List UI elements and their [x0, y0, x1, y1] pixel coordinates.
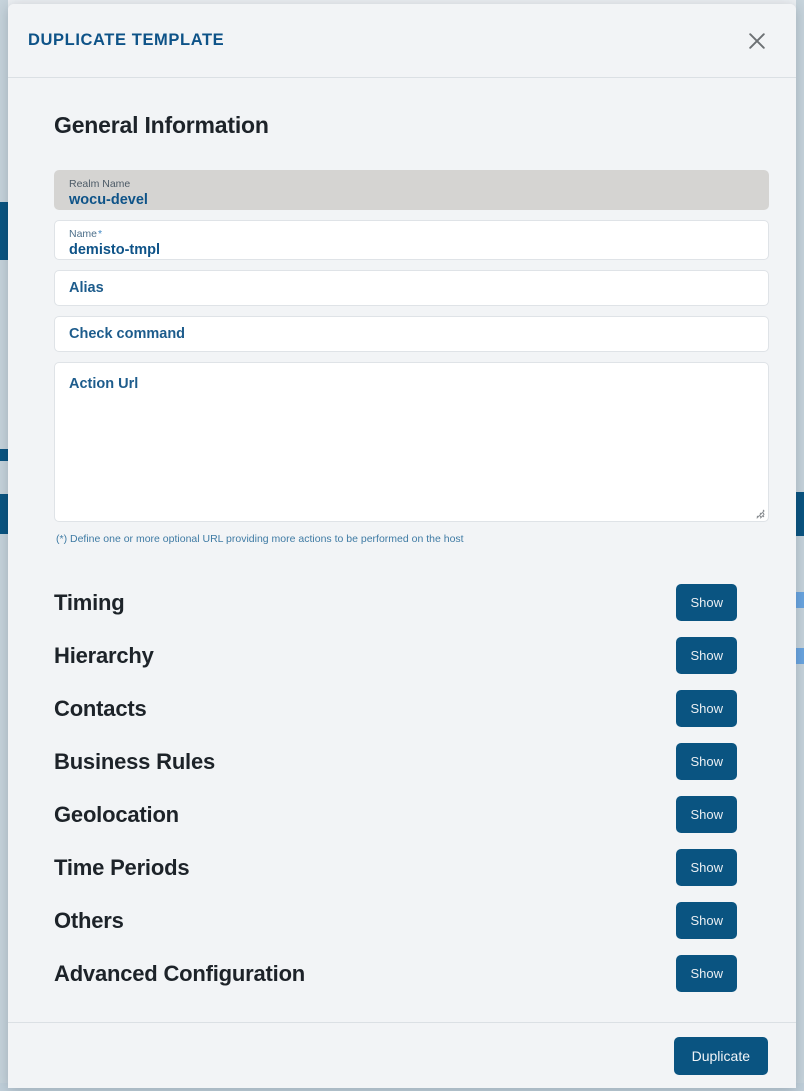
show-button-contacts[interactable]: Show — [676, 690, 737, 727]
field-realm-name-label: Realm Name — [69, 178, 131, 190]
section-label-business-rules: Business Rules — [54, 748, 216, 774]
section-label-contacts: Contacts — [54, 695, 147, 721]
modal-header: DUPLICATE TEMPLATE — [8, 4, 796, 78]
show-button-advanced-configuration[interactable]: Show — [676, 955, 737, 992]
collapsible-sections: Timing Show Hierarchy Show Contacts Show… — [46, 576, 765, 1000]
field-name-value[interactable]: demisto-tmpl — [69, 241, 754, 259]
section-row-advanced-configuration: Advanced Configuration Show — [46, 947, 765, 1000]
background-left-rail — [0, 0, 8, 1091]
modal-title: DUPLICATE TEMPLATE — [28, 31, 225, 49]
modal-footer: Duplicate — [8, 1022, 796, 1088]
field-realm-name: Realm Name wocu-devel — [54, 170, 769, 210]
close-icon — [747, 31, 767, 51]
action-url-helper-text: (*) Define one or more optional URL prov… — [56, 533, 464, 545]
section-label-advanced-configuration: Advanced Configuration — [54, 960, 306, 986]
section-label-time-periods: Time Periods — [54, 854, 190, 880]
background-left-accent-a — [0, 202, 8, 260]
section-row-timing: Timing Show — [46, 576, 765, 629]
show-button-others[interactable]: Show — [676, 902, 737, 939]
section-label-timing: Timing — [54, 589, 125, 615]
section-row-time-periods: Time Periods Show — [46, 841, 765, 894]
show-button-geolocation[interactable]: Show — [676, 796, 737, 833]
section-row-others: Others Show — [46, 894, 765, 947]
background-right-highlight-a — [796, 592, 804, 608]
field-name[interactable]: Name* demisto-tmpl — [54, 220, 769, 260]
background-right-highlight-b — [796, 648, 804, 664]
show-button-hierarchy[interactable]: Show — [676, 637, 737, 674]
section-label-hierarchy: Hierarchy — [54, 642, 154, 668]
general-information-heading: General Information — [54, 112, 269, 138]
section-label-others: Others — [54, 907, 124, 933]
section-row-geolocation: Geolocation Show — [46, 788, 765, 841]
resize-handle-icon[interactable] — [753, 506, 765, 519]
close-button[interactable] — [740, 24, 774, 58]
section-row-hierarchy: Hierarchy Show — [46, 629, 765, 682]
modal-body: General Information Realm Name wocu-deve… — [8, 78, 796, 1022]
background-right-rail — [796, 0, 804, 1091]
show-button-timing[interactable]: Show — [676, 584, 737, 621]
section-row-business-rules: Business Rules Show — [46, 735, 765, 788]
background-left-accent-b — [0, 449, 8, 461]
field-check-command-placeholder: Check command — [69, 326, 186, 342]
required-asterisk: * — [98, 228, 103, 240]
field-action-url-placeholder: Action Url — [69, 376, 139, 392]
field-check-command[interactable]: Check command — [54, 316, 769, 352]
section-row-contacts: Contacts Show — [46, 682, 765, 735]
field-alias[interactable]: Alias — [54, 270, 769, 306]
background-left-accent-c — [0, 494, 8, 534]
duplicate-button[interactable]: Duplicate — [673, 1036, 768, 1075]
field-alias-placeholder: Alias — [69, 280, 104, 296]
field-name-label-text: Name — [69, 228, 98, 240]
section-label-geolocation: Geolocation — [54, 801, 179, 827]
field-action-url[interactable]: Action Url — [54, 362, 769, 522]
show-button-business-rules[interactable]: Show — [676, 743, 737, 780]
duplicate-template-modal: DUPLICATE TEMPLATE General Information R… — [8, 4, 796, 1088]
show-button-time-periods[interactable]: Show — [676, 849, 737, 886]
field-realm-name-value: wocu-devel — [69, 192, 148, 208]
background-right-accent — [796, 492, 804, 536]
field-name-label: Name* — [69, 228, 754, 240]
